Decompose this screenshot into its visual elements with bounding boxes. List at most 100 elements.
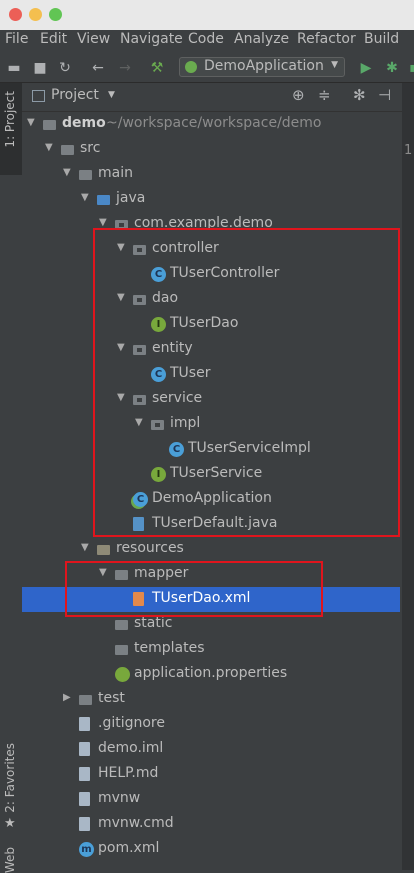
chevron-down-icon[interactable]: ▼	[81, 542, 91, 553]
save-icon[interactable]: ■	[32, 60, 48, 76]
debug-icon[interactable]: ✱	[384, 60, 400, 76]
tree-row[interactable]: ▼ entity	[22, 337, 400, 362]
tree-row[interactable]: C DemoApplication	[22, 487, 400, 512]
tree-row[interactable]: TUserDefault.java	[22, 512, 400, 537]
folder-icon	[79, 170, 92, 180]
menu-navigate[interactable]: Navigate	[120, 31, 183, 47]
tree-item-label: TUserDefault.java	[152, 515, 278, 531]
chevron-down-icon[interactable]: ▼	[99, 567, 109, 578]
tree-row[interactable]: mvnw	[22, 787, 400, 812]
tree-row[interactable]: ▼ controller	[22, 237, 400, 262]
tree-row[interactable]: TUserDao.xml	[22, 587, 400, 612]
chevron-right-icon[interactable]: ▶	[63, 692, 73, 703]
tree-row[interactable]: ▼ src	[22, 137, 400, 162]
package-icon	[115, 220, 128, 230]
menu-analyze[interactable]: Analyze	[234, 31, 289, 47]
tree-row[interactable]: demo.iml	[22, 737, 400, 762]
run-configuration-select[interactable]: DemoApplication ▼	[179, 57, 345, 77]
tree-item-label: TUserDao.xml	[152, 590, 251, 606]
chevron-down-icon[interactable]: ▼	[117, 242, 127, 253]
tree-row[interactable]: ▼ com.example.demo	[22, 212, 400, 237]
hide-panel-icon[interactable]: ⊣	[378, 86, 391, 104]
chevron-down-icon[interactable]: ▼	[117, 342, 127, 353]
project-path-label: ~/workspace/workspace/demo	[106, 115, 322, 131]
left-tool-window-strip: 1: Project 2: Favorites ★ Web	[0, 83, 23, 873]
maximize-window-button[interactable]	[49, 8, 62, 21]
tree-row[interactable]: ▼ demo ~/workspace/workspace/demo	[22, 112, 400, 137]
minimize-window-button[interactable]	[29, 8, 42, 21]
tree-row[interactable]: C TUser	[22, 362, 400, 387]
file-icon	[79, 717, 90, 731]
open-folder-icon[interactable]: ▬	[6, 60, 22, 76]
menu-refactor[interactable]: Refactor	[297, 31, 356, 47]
back-arrow-icon[interactable]: ←	[90, 60, 106, 76]
spring-class-icon: C	[133, 492, 148, 507]
tree-row[interactable]: ▼ dao	[22, 287, 400, 312]
tree-item-label: service	[152, 390, 203, 406]
tree-row[interactable]: C TUserController	[22, 262, 400, 287]
chevron-down-icon[interactable]: ▼	[63, 167, 73, 178]
tree-row[interactable]: ▼ java	[22, 187, 400, 212]
tree-row[interactable]: ▼ main	[22, 162, 400, 187]
coverage-icon[interactable]: ▪	[406, 60, 414, 76]
interface-icon: I	[151, 467, 166, 482]
tree-item-label: controller	[152, 240, 219, 256]
close-window-button[interactable]	[9, 8, 22, 21]
menu-view[interactable]: View	[77, 31, 110, 47]
favorites-tool-tab[interactable]: 2: Favorites	[3, 743, 17, 813]
chevron-down-icon[interactable]: ▼	[45, 142, 55, 153]
collapse-all-icon[interactable]: ≑	[318, 86, 331, 104]
package-icon	[151, 420, 164, 430]
markdown-file-icon	[79, 767, 90, 781]
chevron-down-icon[interactable]: ▼	[108, 90, 115, 100]
project-view-title[interactable]: Project	[51, 87, 99, 103]
chevron-down-icon[interactable]: ▼	[27, 117, 37, 128]
tree-item-label: test	[98, 690, 125, 706]
tree-item-label: resources	[116, 540, 184, 556]
tree-row[interactable]: mvnw.cmd	[22, 812, 400, 837]
tree-row[interactable]: HELP.md	[22, 762, 400, 787]
chevron-down-icon[interactable]: ▼	[81, 192, 91, 203]
tree-row[interactable]: application.properties	[22, 662, 400, 687]
web-tool-tab[interactable]: Web	[3, 847, 17, 873]
locate-target-icon[interactable]: ⊕	[292, 86, 305, 104]
menu-edit[interactable]: Edit	[40, 31, 67, 47]
menu-file[interactable]: File	[5, 31, 28, 47]
tree-row[interactable]: ▼ impl	[22, 412, 400, 437]
gear-icon[interactable]: ✻	[353, 86, 366, 104]
tree-item-label: demo	[62, 115, 106, 131]
tree-row[interactable]: ▶ test	[22, 687, 400, 712]
chevron-down-icon[interactable]: ▼	[117, 392, 127, 403]
run-icon[interactable]: ▶	[358, 60, 374, 76]
tree-row[interactable]: .gitignore	[22, 712, 400, 737]
chevron-down-icon[interactable]: ▼	[99, 217, 109, 228]
project-panel-header: Project ▼ ⊕ ≑ ✻ ⊣	[22, 83, 402, 112]
tree-item-label: TUserDao	[170, 315, 239, 331]
folder-icon	[115, 645, 128, 655]
tree-item-label: DemoApplication	[152, 490, 272, 506]
java-file-icon	[133, 517, 144, 531]
tree-item-label: impl	[170, 415, 201, 431]
build-hammer-icon[interactable]: ⚒	[149, 60, 165, 76]
project-tool-tab[interactable]: 1: Project	[3, 91, 17, 148]
tree-row[interactable]: m pom.xml	[22, 837, 400, 862]
tree-row[interactable]: static	[22, 612, 400, 637]
sync-icon[interactable]: ↻	[57, 60, 73, 76]
project-view-icon	[32, 90, 45, 102]
run-configuration-label: DemoApplication	[204, 58, 324, 74]
menu-code[interactable]: Code	[188, 31, 224, 47]
tree-item-label: TUserServiceImpl	[188, 440, 311, 456]
tree-row[interactable]: ▼ mapper	[22, 562, 400, 587]
chevron-down-icon[interactable]: ▼	[117, 292, 127, 303]
tree-row[interactable]: C TUserServiceImpl	[22, 437, 400, 462]
menu-build[interactable]: Build	[364, 31, 399, 47]
forward-arrow-icon[interactable]: →	[117, 60, 133, 76]
tree-row[interactable]: I TUserDao	[22, 312, 400, 337]
tree-row[interactable]: ▼ resources	[22, 537, 400, 562]
editor-gutter: 1	[402, 83, 414, 870]
chevron-down-icon[interactable]: ▼	[135, 417, 145, 428]
tree-row[interactable]: templates	[22, 637, 400, 662]
package-icon	[133, 245, 146, 255]
tree-row[interactable]: I TUserService	[22, 462, 400, 487]
tree-row[interactable]: ▼ service	[22, 387, 400, 412]
